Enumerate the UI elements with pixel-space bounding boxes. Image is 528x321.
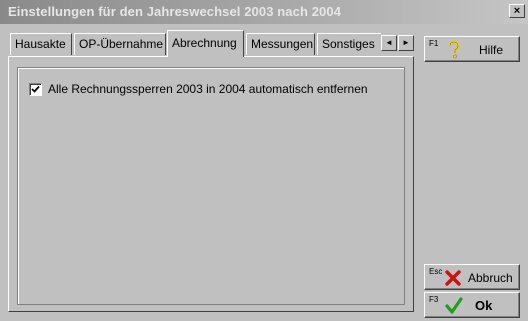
help-label: Hilfe: [479, 43, 504, 57]
tab-panel-abrechnung: Alle Rechnungssperren 2003 in 2004 autom…: [8, 56, 414, 312]
remove-invoice-locks-label: Alle Rechnungssperren 2003 in 2004 autom…: [48, 82, 368, 96]
option-remove-invoice-locks[interactable]: Alle Rechnungssperren 2003 in 2004 autom…: [29, 82, 368, 96]
cancel-x-icon: [445, 270, 461, 286]
arrow-right-icon: ►: [402, 38, 410, 47]
window-title: Einstellungen für den Jahreswechsel 2003…: [8, 4, 342, 19]
tab-hausakte[interactable]: Hausakte: [10, 33, 72, 55]
tab-scroll-right-button[interactable]: ►: [398, 35, 414, 51]
remove-invoice-locks-checkbox[interactable]: [29, 82, 42, 96]
help-question-icon: [448, 41, 460, 59]
title-bar: Einstellungen für den Jahreswechsel 2003…: [0, 0, 528, 24]
tab-label: OP-Übernahme: [79, 37, 164, 51]
checkmark-icon: [31, 85, 40, 93]
tab-label: Sonstiges: [322, 37, 375, 51]
cancel-key-hint: Esc: [429, 267, 443, 276]
close-icon: ×: [513, 5, 521, 17]
options-frame: [17, 67, 405, 305]
tab-scroll-left-button[interactable]: ◄: [381, 35, 397, 51]
tab-sonstiges[interactable]: Sonstiges: [317, 33, 381, 55]
cancel-label: Abbruch: [468, 271, 513, 285]
ok-check-icon: [445, 297, 463, 314]
help-key-hint: F1: [429, 39, 439, 48]
tab-label: Messungen: [251, 37, 314, 51]
cancel-button[interactable]: Esc Abbruch: [424, 264, 520, 290]
tab-label: Hausakte: [15, 37, 66, 51]
close-button[interactable]: ×: [509, 4, 525, 18]
tab-abrechnung[interactable]: Abrechnung: [167, 30, 244, 57]
arrow-left-icon: ◄: [385, 38, 393, 47]
tab-op-uebernahme[interactable]: OP-Übernahme: [74, 33, 166, 55]
ok-button[interactable]: F3 Ok: [424, 292, 520, 318]
ok-label: Ok: [475, 298, 493, 313]
help-button[interactable]: F1 Hilfe: [424, 36, 520, 62]
tab-messungen[interactable]: Messungen: [246, 33, 315, 55]
tab-label: Abrechnung: [172, 36, 237, 50]
ok-key-hint: F3: [429, 295, 439, 304]
